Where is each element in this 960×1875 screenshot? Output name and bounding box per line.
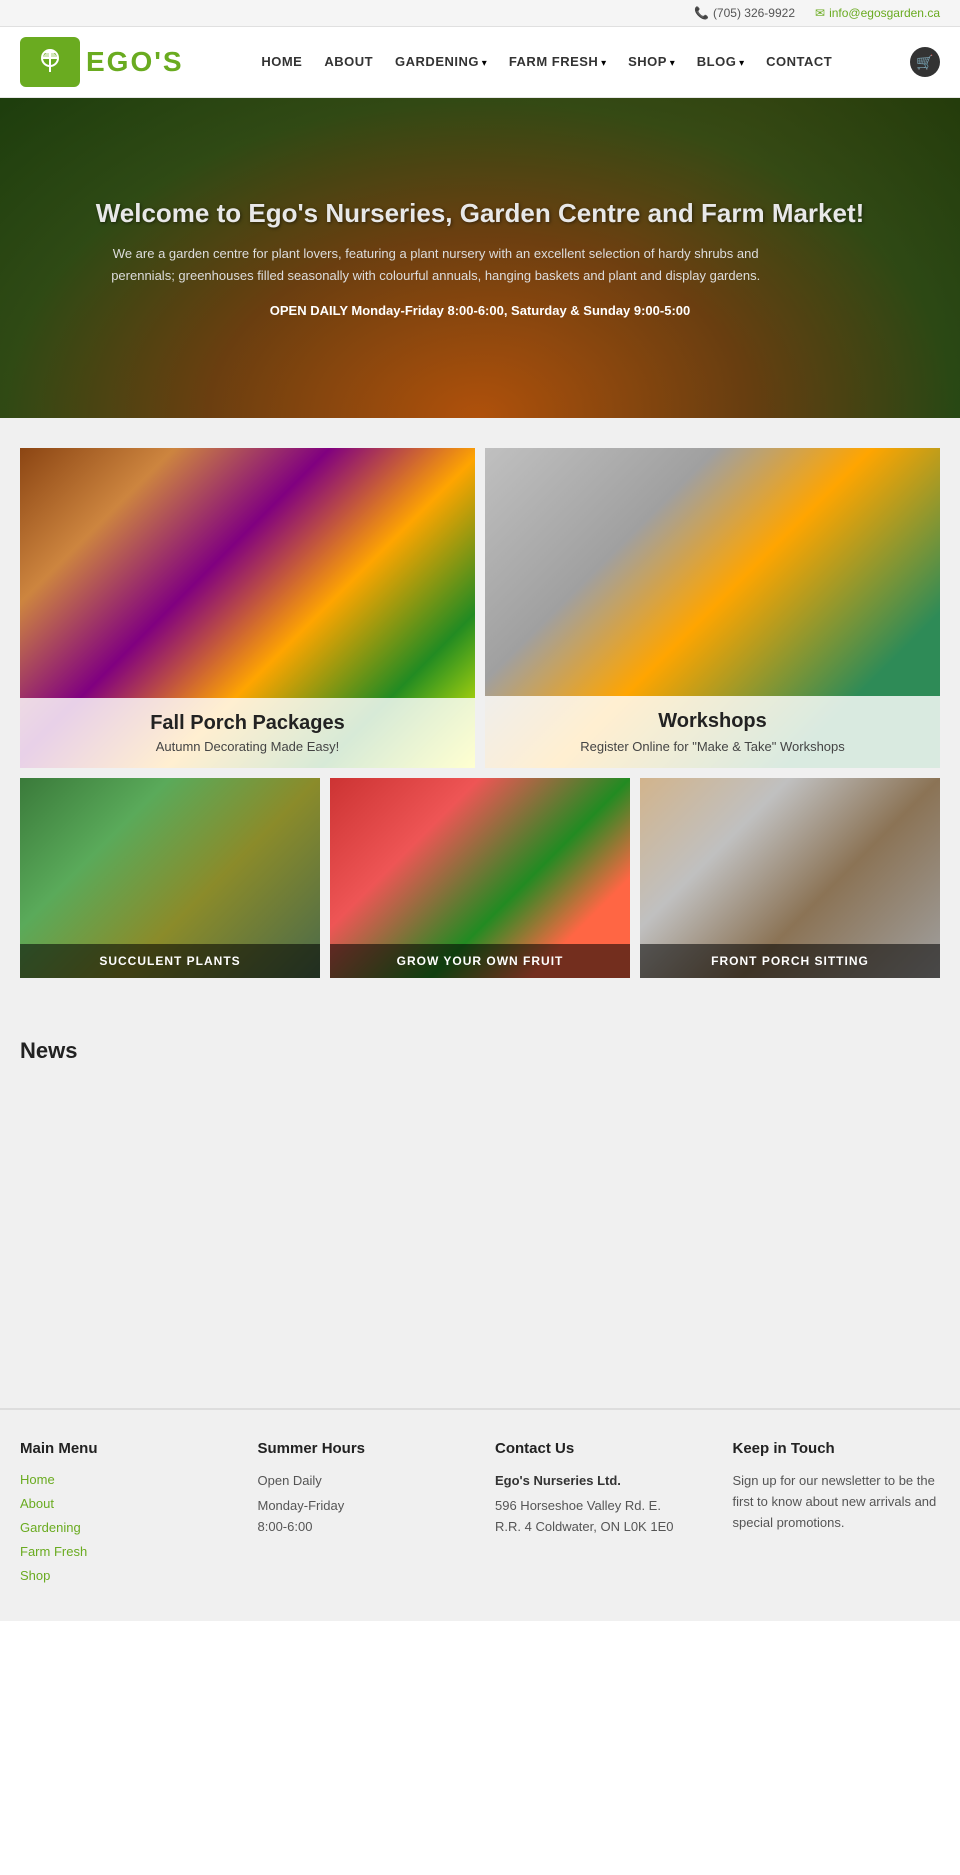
hero-title: Welcome to Ego's Nurseries, Garden Centr… xyxy=(96,198,865,229)
footer-menu-list: Home About Gardening Farm Fresh Shop xyxy=(20,1471,228,1585)
nav-links: HOME ABOUT GARDENING FARM FRESH SHOP BLO… xyxy=(261,53,832,71)
succulents-card[interactable]: SUCCULENT PLANTS xyxy=(20,778,320,978)
email-icon: ✉ xyxy=(815,6,825,20)
logo[interactable]: EGO'S xyxy=(20,37,184,87)
cart-icon[interactable]: 🛒 xyxy=(910,47,940,77)
footer-newsletter: Keep in Touch Sign up for our newsletter… xyxy=(733,1440,941,1591)
footer-link-gardening[interactable]: Gardening xyxy=(20,1519,228,1537)
nav-item-farmfresh[interactable]: FARM FRESH xyxy=(509,53,606,71)
footer-hours-heading: Summer Hours xyxy=(258,1440,466,1457)
fall-porch-subtitle: Autumn Decorating Made Easy! xyxy=(40,739,455,754)
featured-top-row: Fall Porch Packages Autumn Decorating Ma… xyxy=(20,448,940,768)
nav-item-about[interactable]: ABOUT xyxy=(324,53,373,71)
hero-hours: OPEN DAILY Monday-Friday 8:00-6:00, Satu… xyxy=(96,303,865,318)
main-nav: EGO'S HOME ABOUT GARDENING FARM FRESH SH… xyxy=(0,27,960,98)
porch-sitting-card[interactable]: FRONT PORCH SITTING xyxy=(640,778,940,978)
nav-item-home[interactable]: HOME xyxy=(261,53,302,71)
nav-item-gardening[interactable]: GARDENING xyxy=(395,53,487,71)
nav-item-shop[interactable]: SHOP xyxy=(628,53,675,71)
fruit-label: GROW YOUR OWN FRUIT xyxy=(330,944,630,978)
email-address: info@egosgarden.ca xyxy=(829,6,940,20)
nav-item-contact[interactable]: CONTACT xyxy=(766,53,832,71)
logo-text: EGO'S xyxy=(86,46,184,78)
footer-newsletter-text: Sign up for our newsletter to be the fir… xyxy=(733,1471,941,1533)
footer-link-shop[interactable]: Shop xyxy=(20,1567,228,1585)
workshops-title: Workshops xyxy=(505,710,920,733)
footer-main-menu: Main Menu Home About Gardening Farm Fres… xyxy=(20,1440,228,1591)
footer-hours-times: 8:00-6:00 xyxy=(258,1517,466,1538)
phone-icon: 📞 xyxy=(694,6,709,20)
phone-number: (705) 326-9922 xyxy=(713,6,795,20)
featured-section: Fall Porch Packages Autumn Decorating Ma… xyxy=(0,418,960,1008)
news-heading: News xyxy=(20,1038,940,1064)
footer-address2: R.R. 4 Coldwater, ON L0K 1E0 xyxy=(495,1517,703,1538)
footer-address1: 596 Horseshoe Valley Rd. E. xyxy=(495,1496,703,1517)
workshops-card[interactable]: Workshops Register Online for "Make & Ta… xyxy=(485,448,940,768)
footer-contact: Contact Us Ego's Nurseries Ltd. 596 Hors… xyxy=(495,1440,703,1591)
fruit-card[interactable]: GROW YOUR OWN FRUIT xyxy=(330,778,630,978)
email-info: ✉ info@egosgarden.ca xyxy=(815,6,940,20)
news-section: News xyxy=(0,1008,960,1408)
phone-info: 📞 (705) 326-9922 xyxy=(694,6,795,20)
top-bar: 📞 (705) 326-9922 ✉ info@egosgarden.ca xyxy=(0,0,960,27)
footer-hours-days: Monday-Friday xyxy=(258,1496,466,1517)
footer-menu-heading: Main Menu xyxy=(20,1440,228,1457)
fall-porch-label: Fall Porch Packages Autumn Decorating Ma… xyxy=(20,698,475,768)
hero-description: We are a garden centre for plant lovers,… xyxy=(96,243,776,287)
footer-business-name: Ego's Nurseries Ltd. xyxy=(495,1471,703,1492)
hero-content: Welcome to Ego's Nurseries, Garden Centr… xyxy=(96,198,865,318)
featured-bottom-row: SUCCULENT PLANTS GROW YOUR OWN FRUIT FRO… xyxy=(20,778,940,978)
footer-link-farmfresh[interactable]: Farm Fresh xyxy=(20,1543,228,1561)
footer-link-home[interactable]: Home xyxy=(20,1471,228,1489)
footer: Main Menu Home About Gardening Farm Fres… xyxy=(0,1408,960,1621)
footer-grid: Main Menu Home About Gardening Farm Fres… xyxy=(20,1440,940,1591)
nav-item-blog[interactable]: BLOG xyxy=(697,53,744,71)
logo-icon xyxy=(20,37,80,87)
succulents-label: SUCCULENT PLANTS xyxy=(20,944,320,978)
fall-porch-title: Fall Porch Packages xyxy=(40,712,455,735)
hero-section: Welcome to Ego's Nurseries, Garden Centr… xyxy=(0,98,960,418)
workshops-subtitle: Register Online for "Make & Take" Worksh… xyxy=(505,739,920,754)
footer-newsletter-heading: Keep in Touch xyxy=(733,1440,941,1457)
fall-porch-card[interactable]: Fall Porch Packages Autumn Decorating Ma… xyxy=(20,448,475,768)
footer-link-about[interactable]: About xyxy=(20,1495,228,1513)
porch-label: FRONT PORCH SITTING xyxy=(640,944,940,978)
workshops-label: Workshops Register Online for "Make & Ta… xyxy=(485,696,940,768)
footer-contact-heading: Contact Us xyxy=(495,1440,703,1457)
footer-hours: Summer Hours Open Daily Monday-Friday 8:… xyxy=(258,1440,466,1591)
footer-hours-open: Open Daily xyxy=(258,1471,466,1492)
